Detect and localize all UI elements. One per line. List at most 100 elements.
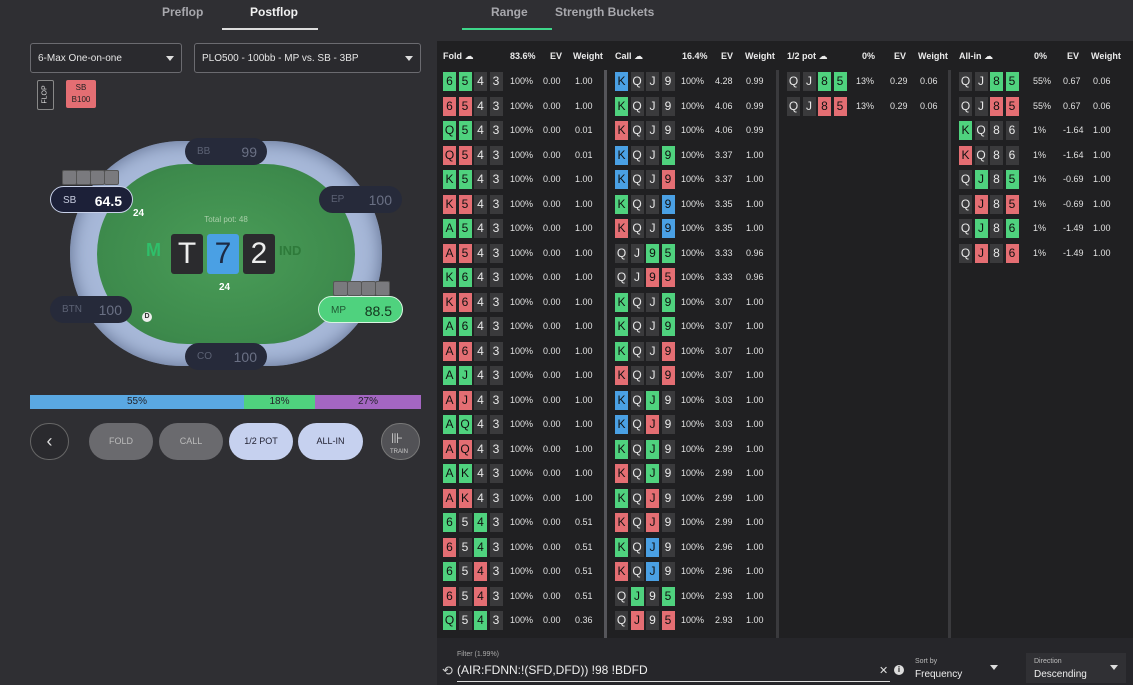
filter-input[interactable]: (AIR:FDNN:!(SFD,DFD)) !98 !BDFD: [457, 662, 890, 682]
hand-card: J: [646, 513, 659, 532]
call-hand-row[interactable]: K Q J 9 100% 2.99 1.00: [0, 464, 1133, 484]
fold-col-weight: Weight: [573, 51, 603, 61]
allin-hand-row[interactable]: K Q 8 6 1% -1.64 1.00: [0, 121, 1133, 141]
hand-card: 5: [1005, 170, 1019, 189]
call-hand-row[interactable]: K Q J 9 100% 2.99 1.00: [0, 439, 1133, 460]
call-hand-row[interactable]: Q J 9 5 100% 2.93 1.00: [0, 586, 1133, 607]
allin-hand-row[interactable]: Q J 8 5 55% 0.67 0.06: [0, 72, 1133, 92]
hand-frequency: 1%: [1033, 223, 1047, 233]
hand-card: Q: [630, 390, 644, 410]
hand-frequency: 100%: [681, 566, 705, 576]
hand-weight: 1.00: [746, 296, 764, 307]
allin-hand-row[interactable]: Q J 8 5 1% -0.69 1.00: [0, 170, 1133, 190]
call-hand-row[interactable]: Q J 9 5 100% 3.33 0.96: [0, 268, 1133, 288]
allin-hand-row[interactable]: Q J 8 6 1% -1.49 1.00: [0, 243, 1133, 264]
allin-col-ev: EV: [1067, 51, 1080, 61]
hand-card: 9: [661, 537, 675, 557]
call-hand-row[interactable]: K Q J 9 100% 3.07 1.00: [0, 341, 1133, 362]
hand-frequency: 1%: [1033, 125, 1047, 135]
hand-card: Q: [959, 219, 972, 238]
info-icon[interactable]: i: [894, 665, 904, 675]
hand-weight: 1.00: [746, 394, 764, 405]
cloud-download-icon[interactable]: ☁: [984, 51, 993, 61]
hand-card: K: [615, 439, 628, 459]
hand-card: Q: [974, 145, 988, 165]
hand-card: Q: [630, 488, 644, 508]
tab-strength-buckets[interactable]: Strength Buckets: [555, 5, 654, 19]
hand-card: 5: [661, 586, 675, 606]
game-type-select[interactable]: 6-Max One-on-one: [30, 43, 182, 73]
hand-card: 9: [661, 390, 675, 410]
hand-frequency: 100%: [681, 468, 705, 478]
cloud-download-icon[interactable]: ☁: [465, 51, 474, 61]
hand-ev: 0.67: [1063, 100, 1081, 111]
hand-frequency: 100%: [681, 272, 705, 282]
history-icon[interactable]: ⟲: [442, 663, 453, 679]
call-hand-row[interactable]: Q J 9 5 100% 2.93 1.00: [0, 611, 1133, 631]
hand-frequency: 55%: [1033, 100, 1052, 111]
call-col-pct: 16.4%: [682, 51, 708, 61]
hand-card: J: [974, 194, 988, 214]
call-hand-row[interactable]: K Q J 9 100% 2.96 1.00: [0, 537, 1133, 558]
hand-card: 6: [1005, 121, 1019, 140]
hand-weight: 1.00: [746, 345, 764, 356]
hand-frequency: 100%: [681, 345, 705, 356]
hand-frequency: 1%: [1033, 174, 1047, 184]
cloud-download-icon[interactable]: ☁: [634, 51, 643, 61]
spot-select[interactable]: PLO500 - 100bb - MP vs. SB - 3BP: [194, 43, 421, 73]
hand-card: Q: [615, 586, 628, 606]
call-hand-row[interactable]: K Q J 9 100% 3.07 1.00: [0, 366, 1133, 386]
hand-card: Q: [615, 268, 628, 287]
hand-ev: 2.99: [715, 443, 733, 454]
hand-card: 5: [1005, 194, 1019, 214]
hand-weight: 0.06: [1093, 100, 1111, 111]
hand-frequency: 1%: [1033, 247, 1047, 258]
call-hand-row[interactable]: K Q J 9 100% 3.07 1.00: [0, 292, 1133, 313]
hand-card: 8: [990, 145, 1003, 165]
hand-weight: 1.00: [1093, 223, 1111, 233]
fold-col-ev: EV: [550, 51, 563, 61]
hand-card: 5: [661, 611, 675, 630]
hand-frequency: 55%: [1033, 76, 1052, 86]
call-hand-row[interactable]: K Q J 9 100% 3.03 1.00: [0, 415, 1133, 435]
clear-icon[interactable]: ✕: [879, 664, 888, 677]
hand-card: K: [615, 415, 628, 434]
hand-card: 9: [661, 415, 675, 434]
hand-frequency: 100%: [681, 541, 705, 552]
allin-hand-row[interactable]: Q J 8 5 1% -0.69 1.00: [0, 194, 1133, 215]
hand-ev: 2.96: [715, 566, 733, 576]
hand-card: 6: [1005, 243, 1019, 263]
hand-frequency: 100%: [681, 517, 705, 527]
hand-frequency: 100%: [681, 443, 705, 454]
call-hand-row[interactable]: K Q J 9 100% 2.99 1.00: [0, 513, 1133, 533]
hand-card: J: [974, 243, 988, 263]
hand-weight: 1.00: [746, 517, 764, 527]
hand-card: 9: [661, 488, 675, 508]
call-hand-row[interactable]: K Q J 9 100% 2.96 1.00: [0, 562, 1133, 582]
tab-postflop[interactable]: Postflop: [250, 5, 298, 19]
hand-ev: 2.99: [715, 492, 733, 503]
cloud-download-icon[interactable]: ☁: [819, 51, 828, 61]
hand-ev: 3.07: [715, 345, 733, 356]
hand-frequency: 100%: [681, 492, 705, 503]
call-hand-row[interactable]: K Q J 9 100% 2.99 1.00: [0, 488, 1133, 509]
call-hand-row[interactable]: K Q J 9 100% 3.03 1.00: [0, 390, 1133, 411]
chevron-down-icon: [166, 56, 174, 61]
sort-by-select[interactable]: Sort by Frequency: [910, 653, 1010, 683]
hand-card: J: [630, 268, 644, 287]
hand-ev: 2.99: [715, 517, 733, 527]
hand-card: J: [646, 292, 659, 312]
hand-card: J: [974, 219, 988, 238]
call-hand-row[interactable]: K Q J 9 100% 3.07 1.00: [0, 317, 1133, 337]
direction-value: Descending: [1034, 669, 1087, 680]
tab-range[interactable]: Range: [491, 5, 528, 19]
call-col-weight: Weight: [745, 51, 775, 61]
allin-hand-row[interactable]: Q J 8 5 55% 0.67 0.06: [0, 96, 1133, 117]
allin-hand-row[interactable]: Q J 8 6 1% -1.49 1.00: [0, 219, 1133, 239]
tab-preflop[interactable]: Preflop: [162, 5, 203, 19]
tab-postflop-underline: [222, 28, 318, 30]
hand-card: K: [615, 537, 628, 557]
allin-hand-row[interactable]: K Q 8 6 1% -1.64 1.00: [0, 145, 1133, 166]
direction-select[interactable]: Direction Descending: [1026, 653, 1126, 683]
hand-card: 9: [661, 513, 675, 532]
